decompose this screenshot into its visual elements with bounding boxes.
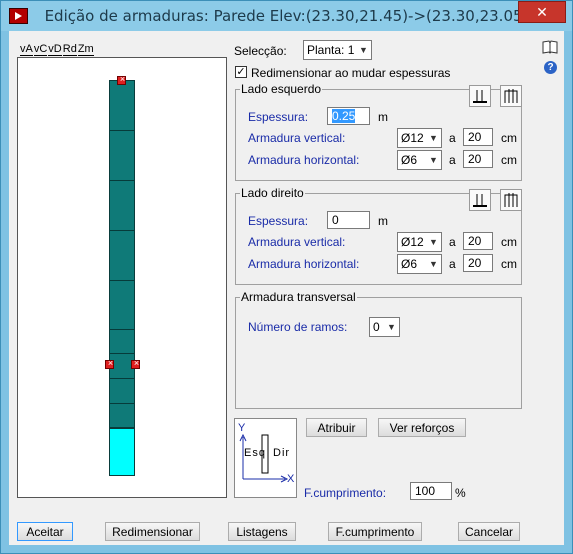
tab-vc[interactable]: vC: [33, 43, 48, 56]
length-factor-label: F.cumprimento:: [304, 486, 387, 500]
length-factor-input[interactable]: 100: [410, 482, 452, 500]
wall-reinforcement-strip[interactable]: [109, 80, 135, 428]
tab-vd[interactable]: vD: [48, 43, 62, 56]
tab-zm[interactable]: Zm: [77, 43, 94, 56]
right-thickness-label: Espessura:: [248, 214, 309, 228]
right-horizontal-bar-value: Ø6: [401, 257, 418, 271]
right-vertical-unit: cm: [501, 235, 517, 249]
right-horizontal-spacing-input[interactable]: 20: [463, 254, 493, 272]
bar-hook-icon[interactable]: [500, 85, 522, 107]
left-face-label: Esq: [244, 447, 266, 459]
assign-button[interactable]: Atribuir: [306, 418, 367, 437]
resize-checkbox[interactable]: ✓: [235, 66, 247, 78]
left-vertical-bar-combo[interactable]: Ø12 ▼: [397, 128, 442, 148]
right-face-label: Dir: [273, 447, 291, 459]
transverse-group: Armadura transversal Número de ramos: 0 …: [235, 290, 522, 409]
tab-va[interactable]: vA: [20, 43, 33, 56]
legs-combo[interactable]: 0 ▼: [369, 317, 400, 337]
chevron-down-icon: ▼: [429, 155, 438, 165]
left-thickness-unit: m: [378, 110, 388, 124]
right-vertical-bar-value: Ø12: [401, 235, 424, 249]
wall-elevation-panel[interactable]: [17, 57, 227, 498]
left-horizontal-bar-combo[interactable]: Ø6 ▼: [397, 150, 442, 170]
right-side-title: Lado direito: [240, 186, 305, 200]
wall-segment: [110, 230, 134, 231]
dialog-client: vAvCvDRdZm Selecção: Planta: 1 ▼: [9, 31, 564, 545]
resize-button[interactable]: Redimensionar: [105, 522, 200, 541]
chevron-down-icon: ▼: [387, 322, 396, 332]
chevron-down-icon: ▼: [359, 45, 368, 55]
wall-segment: [110, 378, 134, 379]
wall-segment: [110, 403, 134, 404]
axis-x-label: X: [287, 473, 295, 485]
legs-value: 0: [373, 320, 380, 334]
orientation-diagram: Y X Esq Dir: [234, 418, 297, 498]
wall-bottom-section[interactable]: [109, 428, 135, 476]
left-vertical-spacing-input[interactable]: 20: [463, 128, 493, 146]
left-vertical-bar-value: Ø12: [401, 131, 424, 145]
left-horizontal-bar-value: Ø6: [401, 153, 418, 167]
right-thickness-input[interactable]: 0: [327, 211, 370, 229]
wall-segment: [110, 130, 134, 131]
right-thickness-unit: m: [378, 214, 388, 228]
left-vertical-unit: cm: [501, 131, 517, 145]
chevron-down-icon: ▼: [429, 237, 438, 247]
length-factor-button[interactable]: F.cumprimento: [328, 522, 422, 541]
bar-hook-icon[interactable]: [500, 189, 522, 211]
chevron-down-icon: ▼: [429, 133, 438, 143]
bar-layout-icon[interactable]: [469, 85, 491, 107]
book-icon[interactable]: [542, 40, 558, 54]
resize-checkbox-label: Redimensionar ao mudar espessuras: [251, 66, 451, 80]
help-icon[interactable]: ?: [544, 61, 557, 74]
wall-segment: [110, 353, 134, 354]
cancel-button[interactable]: Cancelar: [458, 522, 520, 541]
transverse-title: Armadura transversal: [240, 290, 357, 304]
wall-segment: [110, 280, 134, 281]
right-horizontal-bar-combo[interactable]: Ø6 ▼: [397, 254, 442, 274]
node-marker-left[interactable]: [105, 357, 115, 369]
window-title: Edição de armaduras: Parede Elev:(23.30,…: [44, 7, 529, 25]
right-horizontal-label: Armadura horizontal:: [248, 257, 360, 271]
left-thickness-label: Espessura:: [248, 110, 309, 124]
close-button[interactable]: ✕: [518, 1, 566, 23]
right-vertical-a: a: [449, 235, 456, 249]
left-side-title: Lado esquerdo: [240, 82, 323, 96]
left-side-group: Lado esquerdo Espessura: 0.25 m Armadura…: [235, 82, 522, 181]
left-vertical-label: Armadura vertical:: [248, 131, 346, 145]
left-horizontal-a: a: [449, 153, 456, 167]
wall-segment: [110, 180, 134, 181]
wall-segment: [110, 329, 134, 330]
chevron-down-icon: ▼: [429, 259, 438, 269]
right-side-group: Lado direito Espessura: 0 m Armadura ver…: [235, 186, 522, 285]
dialog-window: Edição de armaduras: Parede Elev:(23.30,…: [0, 0, 573, 554]
axis-y-label: Y: [238, 422, 246, 434]
node-marker-right[interactable]: [131, 357, 141, 369]
left-horizontal-unit: cm: [501, 153, 517, 167]
length-factor-unit: %: [455, 486, 466, 500]
right-horizontal-a: a: [449, 257, 456, 271]
accept-button[interactable]: Aceitar: [17, 522, 73, 541]
left-thickness-value: 0.25: [332, 109, 356, 123]
right-vertical-spacing-input[interactable]: 20: [463, 232, 493, 250]
bar-layout-icon[interactable]: [469, 189, 491, 211]
tab-rd[interactable]: Rd: [62, 43, 77, 56]
title-bar[interactable]: Edição de armaduras: Parede Elev:(23.30,…: [1, 1, 572, 31]
selection-label: Selecção:: [234, 44, 287, 58]
node-marker-top[interactable]: [117, 73, 127, 85]
selection-value: Planta: 1: [307, 43, 355, 57]
left-vertical-a: a: [449, 131, 456, 145]
legs-label: Número de ramos:: [248, 320, 348, 334]
left-horizontal-spacing-input[interactable]: 20: [463, 150, 493, 168]
listings-button[interactable]: Listagens: [228, 522, 296, 541]
right-vertical-label: Armadura vertical:: [248, 235, 346, 249]
view-tabs: vAvCvDRdZm: [20, 41, 95, 56]
right-vertical-bar-combo[interactable]: Ø12 ▼: [397, 232, 442, 252]
left-horizontal-label: Armadura horizontal:: [248, 153, 360, 167]
selection-combo[interactable]: Planta: 1 ▼: [303, 40, 372, 60]
right-horizontal-unit: cm: [501, 257, 517, 271]
view-reinforcements-button[interactable]: Ver reforços: [378, 418, 466, 437]
left-thickness-input[interactable]: 0.25: [327, 107, 370, 125]
